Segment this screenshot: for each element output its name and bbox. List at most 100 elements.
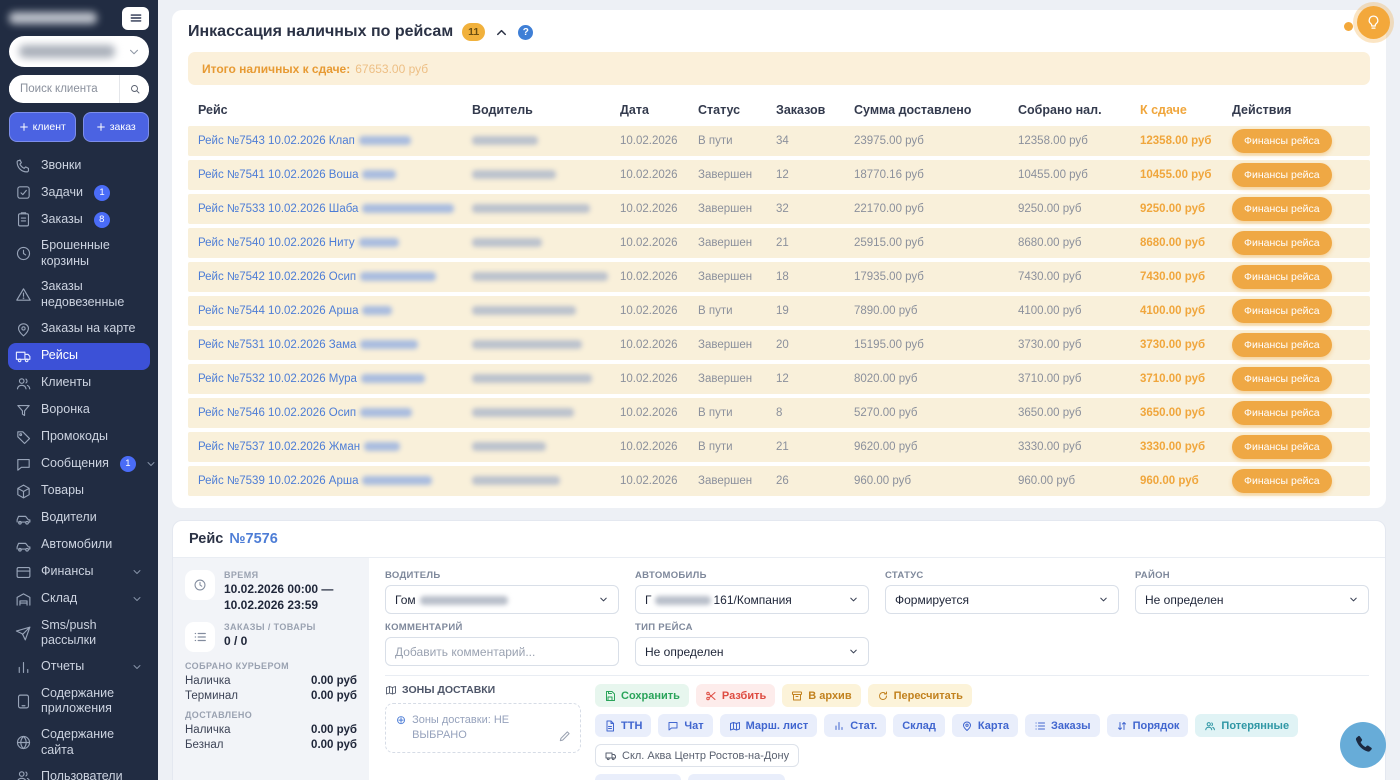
sidebar-item[interactable]: Автомобили bbox=[8, 532, 150, 559]
sidebar-item[interactable]: Склад bbox=[8, 586, 150, 613]
page-title: Инкассация наличных по рейсам bbox=[188, 23, 453, 41]
sidebar-item[interactable]: Брошенные корзины bbox=[8, 233, 150, 274]
sidebar-item[interactable]: Финансы bbox=[8, 559, 150, 586]
route-text: Рейс №7544 10.02.2026 Арша bbox=[198, 305, 358, 317]
route-link[interactable]: Рейс №7543 10.02.2026 Клап bbox=[198, 135, 411, 147]
search-button[interactable] bbox=[119, 75, 149, 103]
trip-action-button[interactable]: Скл. Аква Центр Ростов-на-Дону bbox=[595, 744, 799, 767]
button-label: Пересчитать bbox=[894, 690, 963, 702]
sidebar-item[interactable]: Заказы 8 bbox=[8, 206, 150, 233]
trip-finances-button[interactable]: Финансы рейса bbox=[1232, 231, 1332, 255]
trip-action-button[interactable]: Порядок bbox=[1107, 714, 1189, 737]
sidebar-item[interactable]: Воронка bbox=[8, 397, 150, 424]
route-link[interactable]: Рейс №7546 10.02.2026 Осип bbox=[198, 407, 412, 419]
sidebar-item[interactable]: Пользователи bbox=[8, 763, 150, 780]
status-select[interactable]: Формируется bbox=[885, 585, 1119, 614]
sidebar-item-label: Воронка bbox=[41, 402, 90, 418]
trip-action-button[interactable]: Сохранить bbox=[595, 684, 689, 707]
sidebar-item[interactable]: Промокоды bbox=[8, 424, 150, 451]
route-text: Рейс №7533 10.02.2026 Шаба bbox=[198, 203, 358, 215]
sidebar-item[interactable]: Сообщения 1 bbox=[8, 451, 150, 478]
trip-finances-button[interactable]: Финансы рейса bbox=[1232, 163, 1332, 187]
sidebar-item[interactable]: Sms/push рассылки bbox=[8, 613, 150, 654]
trip-finances-button[interactable]: Финансы рейса bbox=[1232, 197, 1332, 221]
sidebar-item[interactable]: Задачи 1 bbox=[8, 179, 150, 206]
trip-finances-button[interactable]: Финансы рейса bbox=[1232, 299, 1332, 323]
route-text: Рейс №7531 10.02.2026 Зама bbox=[198, 339, 356, 351]
sidebar-item[interactable]: Заказы на карте bbox=[8, 316, 150, 343]
trip-finances-button[interactable]: Финансы рейса bbox=[1232, 401, 1332, 425]
sidebar-item[interactable]: Заказы недовезенные bbox=[8, 274, 150, 315]
trip-finances-button[interactable]: Финансы рейса bbox=[1232, 265, 1332, 289]
trip-finances-button[interactable]: Финансы рейса bbox=[1232, 469, 1332, 493]
sidebar-item[interactable]: Отчеты bbox=[8, 654, 150, 681]
lightbulb-icon[interactable] bbox=[1357, 6, 1390, 39]
sidebar-item[interactable]: Звонки bbox=[8, 152, 150, 179]
trip-action-button[interactable]: Финансы bbox=[595, 774, 681, 780]
call-fab[interactable] bbox=[1340, 722, 1386, 768]
route-redacted bbox=[364, 442, 400, 451]
route-link[interactable]: Рейс №7540 10.02.2026 Ниту bbox=[198, 237, 399, 249]
trip-action-button[interactable]: Заказы bbox=[1025, 714, 1100, 737]
car-value-prefix: Г bbox=[645, 593, 652, 607]
trip-finances-button[interactable]: Финансы рейса bbox=[1232, 333, 1332, 357]
stat-value: 0.00 руб bbox=[311, 675, 357, 687]
trip-action-button[interactable]: Карта bbox=[952, 714, 1018, 737]
stat-row: Терминал0.00 руб bbox=[185, 690, 357, 702]
sidebar-item[interactable]: Водители bbox=[8, 505, 150, 532]
collapse-button[interactable] bbox=[494, 25, 509, 40]
route-text: Рейс №7542 10.02.2026 Осип bbox=[198, 271, 356, 283]
trip-action-button[interactable]: Документы bbox=[688, 774, 785, 780]
sidebar-item[interactable]: Рейсы bbox=[8, 343, 150, 370]
account-switcher[interactable] bbox=[9, 36, 149, 67]
client-search-input[interactable] bbox=[9, 83, 119, 95]
trip-finances-button[interactable]: Финансы рейса bbox=[1232, 435, 1332, 459]
button-label: Заказы bbox=[1051, 720, 1091, 732]
trip-number-link[interactable]: №7576 bbox=[229, 531, 277, 547]
route-link[interactable]: Рейс №7539 10.02.2026 Арша bbox=[198, 475, 432, 487]
trip-action-button[interactable]: Марш. лист bbox=[720, 714, 818, 737]
delivered-cell: 23975.00 руб bbox=[854, 135, 1018, 147]
menu-toggle-button[interactable] bbox=[122, 7, 149, 30]
chevron-down-icon bbox=[131, 661, 143, 673]
driver-select[interactable]: Гом bbox=[385, 585, 619, 614]
district-select[interactable]: Не определен bbox=[1135, 585, 1369, 614]
trip-action-button[interactable]: ТТН bbox=[595, 714, 651, 737]
trip-action-button[interactable]: Стат. bbox=[824, 714, 886, 737]
comment-input[interactable] bbox=[385, 637, 619, 666]
sidebar-item[interactable]: Содержание приложения bbox=[8, 681, 150, 722]
sidebar-item[interactable]: Содержание сайта bbox=[8, 722, 150, 763]
trip-action-button[interactable]: Разбить bbox=[696, 684, 775, 707]
trip-finances-button[interactable]: Финансы рейса bbox=[1232, 367, 1332, 391]
route-link[interactable]: Рейс №7537 10.02.2026 Жман bbox=[198, 441, 400, 453]
route-link[interactable]: Рейс №7544 10.02.2026 Арша bbox=[198, 305, 392, 317]
sidebar-item[interactable]: Товары bbox=[8, 478, 150, 505]
add-order-button[interactable]: заказ bbox=[83, 112, 150, 142]
trip-action-button[interactable]: Склад bbox=[893, 714, 945, 737]
route-text: Рейс №7543 10.02.2026 Клап bbox=[198, 135, 355, 147]
trip-finances-button[interactable]: Финансы рейса bbox=[1232, 129, 1332, 153]
zones-edit-button[interactable] bbox=[558, 729, 572, 743]
add-client-button[interactable]: клиент bbox=[9, 112, 76, 142]
car-select[interactable]: Г161/Компания bbox=[635, 585, 869, 614]
trip-action-button[interactable]: Чат bbox=[658, 714, 712, 737]
button-label: Карта bbox=[978, 720, 1009, 732]
delivered-title: ДОСТАВЛЕНО bbox=[185, 710, 357, 720]
driver-redacted bbox=[472, 272, 608, 281]
route-link[interactable]: Рейс №7531 10.02.2026 Зама bbox=[198, 339, 418, 351]
table-body: Рейс №7543 10.02.2026 Клап 10.02.2026 В … bbox=[188, 126, 1370, 496]
route-link[interactable]: Рейс №7541 10.02.2026 Воша bbox=[198, 169, 396, 181]
help-icon[interactable]: ? bbox=[518, 25, 533, 40]
trip-action-button[interactable]: В архив bbox=[782, 684, 860, 707]
route-link[interactable]: Рейс №7542 10.02.2026 Осип bbox=[198, 271, 436, 283]
trip-action-button[interactable]: Потерянные bbox=[1195, 714, 1298, 737]
trip-type-select[interactable]: Не определен bbox=[635, 637, 869, 666]
list-icon bbox=[1034, 720, 1046, 732]
sidebar-item[interactable]: Клиенты bbox=[8, 370, 150, 397]
route-link[interactable]: Рейс №7533 10.02.2026 Шаба bbox=[198, 203, 454, 215]
route-link[interactable]: Рейс №7532 10.02.2026 Мура bbox=[198, 373, 425, 385]
zones-add-icon[interactable]: ⊕ bbox=[396, 713, 406, 743]
orders-cell: 12 bbox=[776, 169, 854, 181]
route-redacted bbox=[362, 204, 454, 213]
trip-action-button[interactable]: Пересчитать bbox=[868, 684, 972, 707]
